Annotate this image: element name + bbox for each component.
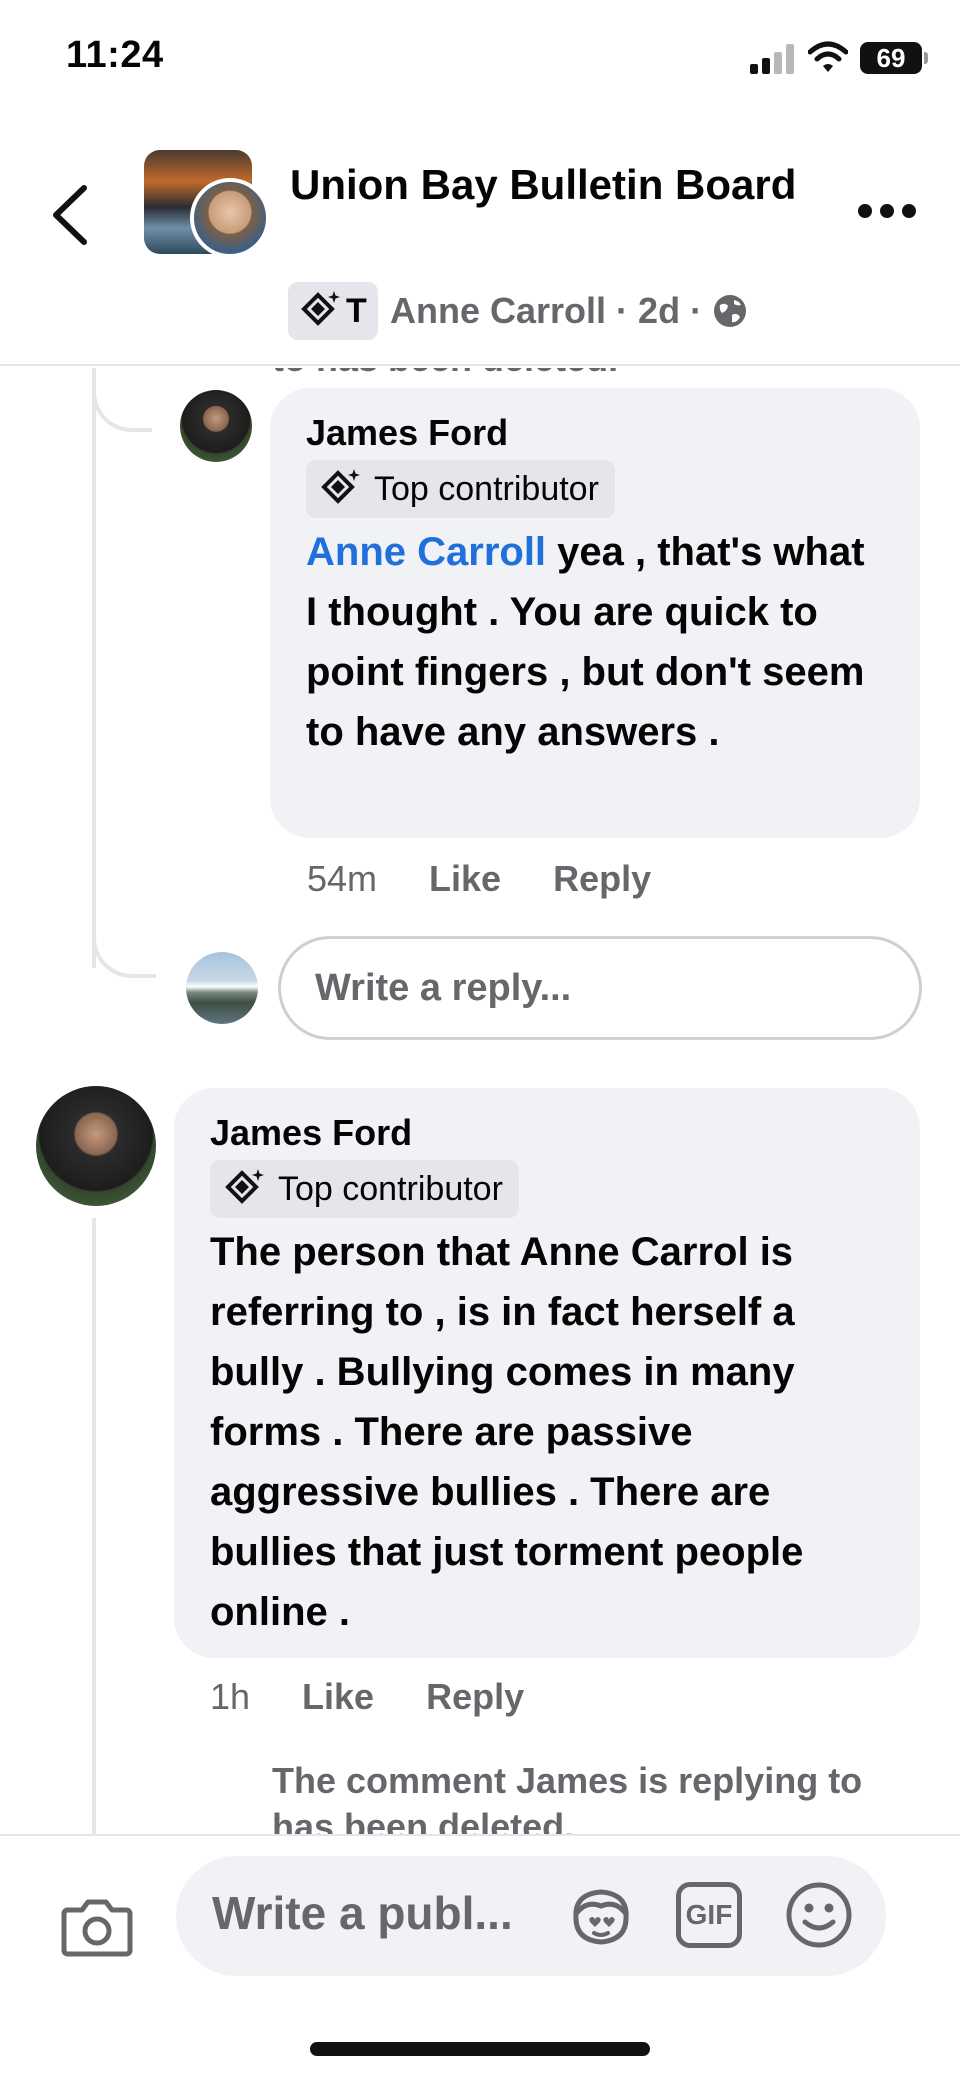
- like-button[interactable]: Like: [429, 858, 501, 900]
- post-author-name[interactable]: Anne Carroll: [390, 290, 606, 332]
- commenter-name[interactable]: James Ford: [306, 410, 884, 456]
- commenter-name[interactable]: James Ford: [210, 1110, 884, 1156]
- author-avatar[interactable]: [190, 178, 270, 258]
- thread-connector: [92, 368, 96, 968]
- like-button[interactable]: Like: [302, 1676, 374, 1718]
- home-indicator[interactable]: [310, 2042, 650, 2056]
- current-user-avatar: [186, 952, 258, 1024]
- globe-icon: [714, 295, 747, 327]
- commenter-avatar[interactable]: [180, 390, 252, 462]
- reply-button[interactable]: Reply: [553, 858, 651, 900]
- top-contributor-icon: [301, 291, 340, 326]
- emoji-icon[interactable]: [784, 1880, 854, 1950]
- post-header: Union Bay Bulletin Board T Anne Carroll …: [0, 110, 960, 366]
- badge-label: Top contributor: [374, 469, 599, 508]
- comment-bubble[interactable]: James Ford Top contributor Anne Carroll …: [270, 388, 920, 838]
- wifi-icon: [808, 41, 848, 72]
- post-age: 2d: [638, 290, 681, 331]
- comment-thread: to has been deleted. James Ford Top cont…: [0, 368, 960, 1834]
- more-options-icon[interactable]: [858, 204, 918, 224]
- deleted-comment-note: The comment James is replying to has bee…: [272, 1760, 863, 1834]
- status-time: 11:24: [66, 34, 164, 76]
- comment-actions: 1h Like Reply: [210, 1676, 524, 1718]
- thread-connector: [92, 908, 156, 978]
- post-meta-row: T Anne Carroll · 2d ·: [288, 282, 748, 340]
- mention-link[interactable]: Anne Carroll: [306, 530, 546, 574]
- top-contributor-badge[interactable]: Top contributor: [210, 1160, 519, 1218]
- top-contributor-icon: [321, 469, 360, 504]
- comment-time[interactable]: 54m: [307, 858, 377, 900]
- thread-connector: [92, 368, 152, 432]
- comment-text: Anne Carroll yea , that's what I thought…: [306, 522, 884, 762]
- author-badge-chip[interactable]: T: [288, 282, 378, 340]
- status-bar: 11:24 69: [0, 0, 960, 110]
- comment-time[interactable]: 1h: [210, 1676, 250, 1718]
- meta-separator: ·: [616, 290, 629, 331]
- cellular-signal-icon: [750, 44, 796, 74]
- group-name[interactable]: Union Bay Bulletin Board: [290, 154, 810, 215]
- cut-off-text: to has been deleted.: [272, 368, 618, 380]
- comment-body: The person that Anne Carrol is referring…: [210, 1230, 804, 1634]
- commenter-avatar[interactable]: [36, 1086, 156, 1206]
- camera-icon[interactable]: [60, 1896, 134, 1960]
- thread-connector: [92, 1218, 96, 1834]
- top-contributor-badge[interactable]: Top contributor: [306, 460, 615, 518]
- reply-input[interactable]: Write a reply...: [278, 936, 922, 1040]
- post-author-line: Anne Carroll · 2d ·: [390, 290, 748, 332]
- reply-button[interactable]: Reply: [426, 1676, 524, 1718]
- battery-indicator: 69: [860, 42, 928, 74]
- top-contributor-icon: [225, 1169, 264, 1204]
- composer-placeholder: Write a publ...: [212, 1887, 513, 1939]
- public-comment-input[interactable]: Write a publ... GIF: [176, 1856, 886, 1976]
- badge-label: Top contributor: [278, 1169, 503, 1208]
- meta-separator: ·: [690, 290, 703, 331]
- gif-icon[interactable]: GIF: [676, 1882, 742, 1948]
- comment-composer: Write a publ... GIF: [0, 1834, 960, 2079]
- comment-bubble[interactable]: James Ford Top contributor The person th…: [174, 1088, 920, 1658]
- avatar-sticker-icon[interactable]: [566, 1884, 636, 1948]
- comment-actions: 54m Like Reply: [307, 858, 651, 900]
- badge-chip-letter: T: [346, 291, 367, 330]
- back-chevron-icon[interactable]: [46, 180, 96, 250]
